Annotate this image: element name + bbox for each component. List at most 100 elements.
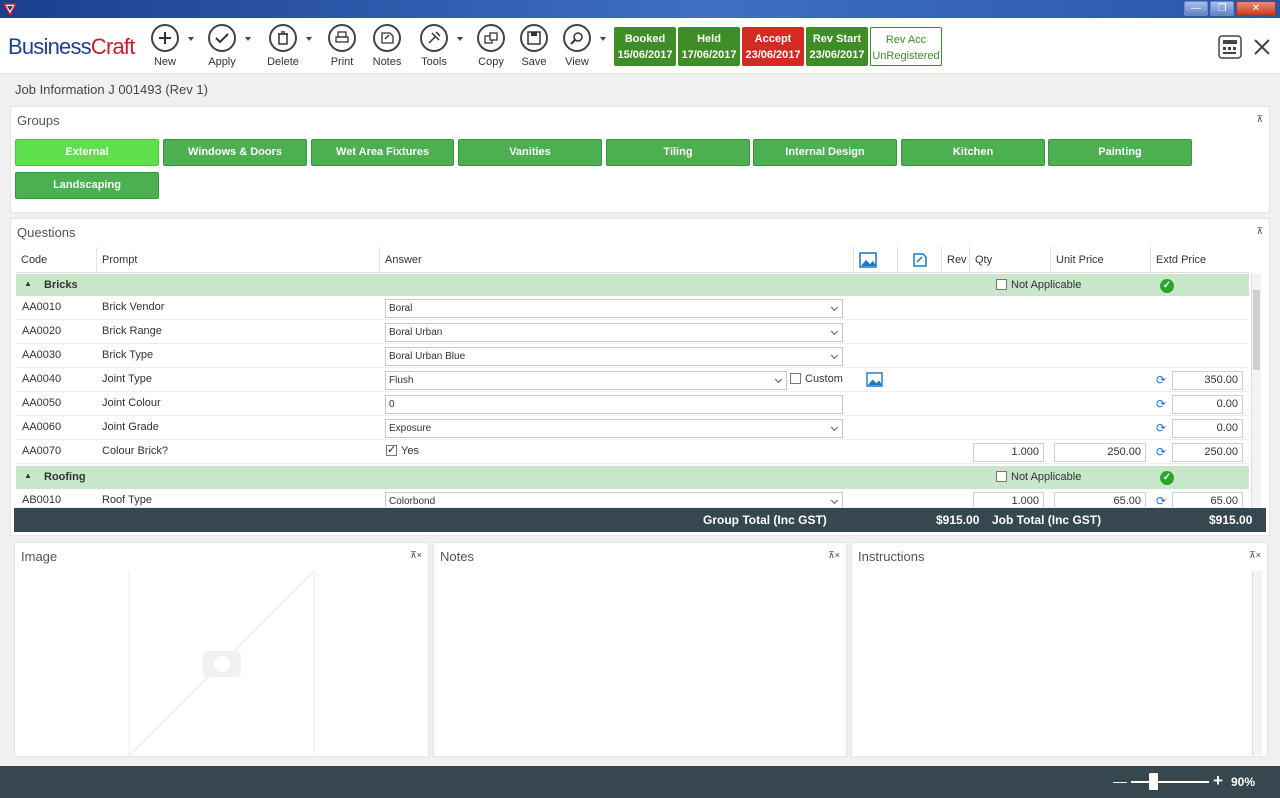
refresh-icon[interactable]: ⟳ [1156,495,1168,507]
job-total-value: $915.00 [1209,513,1253,527]
refresh-icon[interactable]: ⟳ [1156,446,1168,458]
minimize-button[interactable]: — [1184,1,1208,16]
title-bar: — ❐ ✕ [0,0,1280,18]
copy-icon [477,24,505,52]
instructions-panel: Instructions ⊼× [851,542,1268,757]
answer-select[interactable]: Colorbond [385,492,843,507]
picture-icon[interactable] [866,372,883,387]
view-button[interactable]: View [552,24,606,68]
section-bricks[interactable]: ▲ Bricks Not Applicable ✓ [16,274,1249,298]
apply-button[interactable]: Apply [197,24,251,68]
notes-button[interactable]: Notes [362,24,412,68]
zoom-slider[interactable] [1131,781,1209,783]
pin-close-icons[interactable]: ⊼× [828,550,840,561]
checkbox-icon [996,471,1007,482]
answer-select[interactable]: Exposure [385,419,843,438]
table-row: AA0070 Colour Brick? Yes 1.000 250.00 ⟳ … [16,440,1249,464]
col-code[interactable]: Code [16,247,96,273]
extd-price-field[interactable]: 250.00 [1172,443,1243,462]
calculator-icon[interactable] [1217,34,1243,60]
status-rev-start[interactable]: Rev Start 23/06/2017 [806,27,868,66]
scroll-thumb[interactable] [1253,290,1260,370]
col-prompt[interactable]: Prompt [96,247,379,273]
group-wet-area-fixtures[interactable]: Wet Area Fixtures [311,139,454,166]
status-held[interactable]: Held 17/06/2017 [678,27,740,66]
answer-select[interactable]: Boral [385,299,843,318]
col-rev[interactable]: Rev [941,247,969,273]
unit-price-field[interactable]: 65.00 [1054,492,1146,507]
restore-button[interactable]: ❐ [1210,1,1234,16]
zoom-in-button[interactable]: + [1213,771,1223,791]
custom-checkbox[interactable]: Custom [790,373,843,385]
group-kitchen[interactable]: Kitchen [901,139,1045,166]
print-button[interactable]: Print [317,24,367,68]
extd-price-field[interactable]: 0.00 [1172,395,1243,414]
close-window-button[interactable]: ✕ [1236,1,1276,16]
section-roofing[interactable]: ▲ Roofing Not Applicable ✓ [16,466,1249,490]
refresh-icon[interactable]: ⟳ [1156,422,1168,434]
status-accept[interactable]: Accept 23/06/2017 [742,27,804,66]
check-circle-icon: ✓ [1160,279,1174,293]
qty-field[interactable]: 1.000 [973,492,1044,507]
close-icon[interactable] [1252,37,1272,57]
notes-title: Notes [440,549,474,564]
delete-button[interactable]: Delete [258,24,312,68]
refresh-icon[interactable]: ⟳ [1156,398,1168,410]
chevron-down-icon[interactable] [600,37,606,41]
unit-price-field[interactable]: 250.00 [1054,443,1146,462]
answer-select[interactable]: Boral Urban Blue [385,347,843,366]
check-circle-icon: ✓ [1160,471,1174,485]
group-painting[interactable]: Painting [1048,139,1192,166]
chevron-down-icon[interactable] [306,37,312,41]
group-external[interactable]: External [15,139,159,166]
answer-checkbox[interactable]: Yes [386,443,419,457]
collapse-icon[interactable]: ▲ [24,471,32,480]
table-row: AA0040 Joint Type Flush Custom ⟳ 350.00 [16,368,1249,392]
instructions-content [854,571,1252,755]
pin-close-icons[interactable]: ⊼× [410,550,422,561]
refresh-icon[interactable]: ⟳ [1156,374,1168,386]
col-note[interactable] [897,247,941,273]
col-extd-price[interactable]: Extd Price [1150,247,1249,273]
section-name: Bricks [44,279,78,291]
notes-textarea[interactable] [436,571,844,755]
extd-price-field[interactable]: 0.00 [1172,419,1243,438]
tools-icon [420,24,448,52]
collapse-icon[interactable]: ▲ [24,279,32,288]
chevron-down-icon[interactable] [245,37,251,41]
col-image[interactable] [853,247,897,273]
questions-scrollbar[interactable] [1251,274,1261,508]
qty-field[interactable]: 1.000 [973,443,1044,462]
group-vanities[interactable]: Vanities [458,139,602,166]
pin-icon[interactable]: ⊼ [1256,114,1263,125]
col-answer[interactable]: Answer [379,247,853,273]
not-applicable-checkbox[interactable]: Not Applicable [996,279,1081,291]
pin-icon[interactable]: ⊼ [1256,226,1263,237]
zoom-slider-thumb[interactable] [1149,773,1158,790]
chevron-down-icon[interactable] [457,37,463,41]
answer-input[interactable]: 0 [385,395,843,414]
status-booked[interactable]: Booked 15/06/2017 [614,27,676,66]
chevron-down-icon[interactable] [188,37,194,41]
brand-logo: BusinessCraft [8,34,135,59]
group-landscaping[interactable]: Landscaping [15,172,159,199]
pin-close-icons[interactable]: ⊼× [1249,550,1261,561]
group-internal-design[interactable]: Internal Design [753,139,897,166]
instructions-scrollbar[interactable] [1252,571,1262,755]
not-applicable-checkbox[interactable]: Not Applicable [996,471,1081,483]
col-qty[interactable]: Qty [969,247,1050,273]
zoom-out-button[interactable]: — [1113,773,1127,789]
magnifier-icon [563,24,591,52]
answer-select[interactable]: Flush [385,371,787,390]
group-windows-doors[interactable]: Windows & Doors [163,139,307,166]
extd-price-field[interactable]: 350.00 [1172,371,1243,390]
tools-button[interactable]: Tools [409,24,463,68]
answer-select[interactable]: Boral Urban [385,323,843,342]
table-row: AA0050 Joint Colour 0 ⟳ 0.00 [16,392,1249,416]
new-button[interactable]: New [140,24,194,68]
status-rev-acc[interactable]: Rev Acc UnRegistered [870,27,942,66]
group-tiling[interactable]: Tiling [606,139,750,166]
col-unit-price[interactable]: Unit Price [1050,247,1150,273]
extd-price-field[interactable]: 65.00 [1172,492,1243,507]
table-row: AA0030 Brick Type Boral Urban Blue [16,344,1249,368]
